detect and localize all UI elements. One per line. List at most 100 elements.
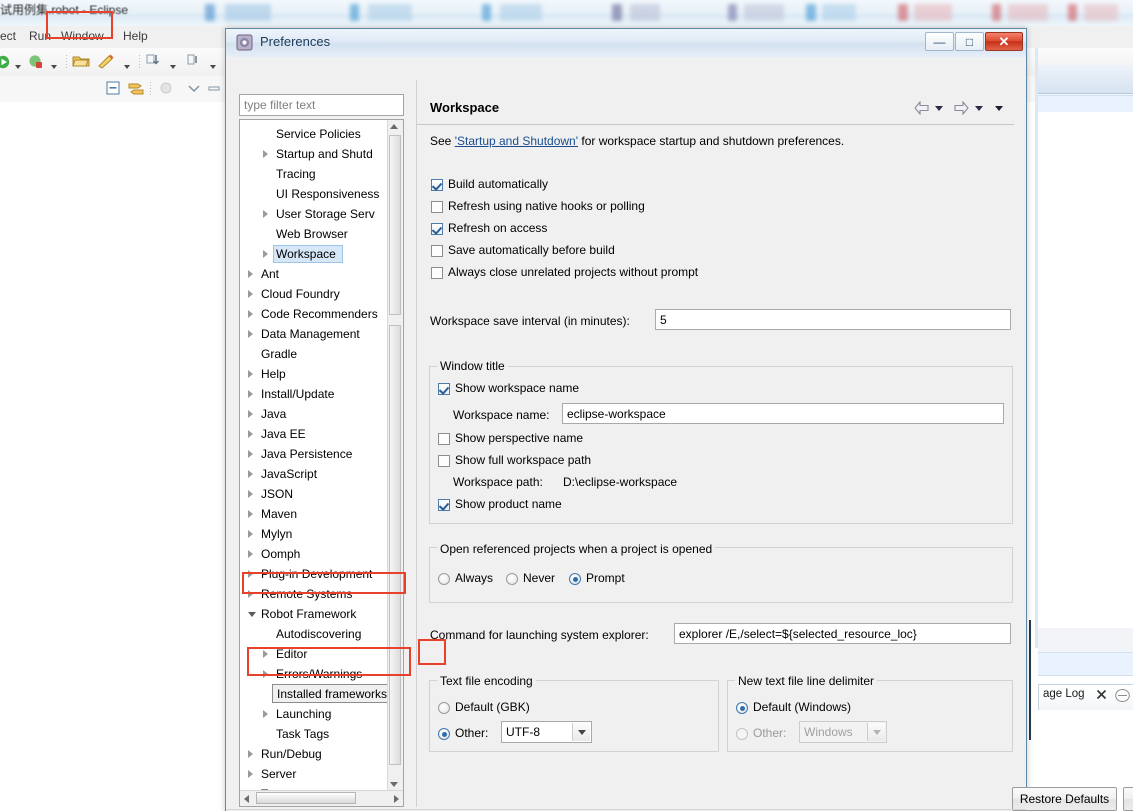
tree-item-ant[interactable]: Ant — [240, 264, 390, 284]
tree-item-maven[interactable]: Maven — [240, 504, 390, 524]
radio-prompt-button[interactable] — [569, 573, 581, 585]
focus-icon[interactable] — [158, 80, 174, 96]
tree-item-server[interactable]: Server — [240, 764, 390, 784]
radio-encoding-default-button[interactable] — [438, 702, 450, 714]
tree-item-java[interactable]: Java — [240, 404, 390, 424]
delimiter-combo-button[interactable] — [867, 723, 885, 741]
tree-item-install-update[interactable]: Install/Update — [240, 384, 390, 404]
tree-hscroll-thumb[interactable] — [256, 792, 356, 804]
tree-item-json[interactable]: JSON — [240, 484, 390, 504]
radio-encoding-other-button[interactable] — [438, 728, 450, 740]
tree-item-task-tags[interactable]: Task Tags — [240, 724, 390, 744]
chevron-right-icon[interactable] — [248, 410, 253, 418]
chevron-right-icon[interactable] — [248, 370, 253, 378]
tree-item-ui-responsiveness[interactable]: UI Responsiveness — [240, 184, 390, 204]
chevron-down-icon[interactable] — [248, 612, 256, 617]
tree-item-java-persistence[interactable]: Java Persistence — [240, 444, 390, 464]
tree-item-autodiscovering[interactable]: Autodiscovering — [240, 624, 390, 644]
tree-item-workspace[interactable]: Workspace — [240, 244, 390, 264]
tree-item-java-ee[interactable]: Java EE — [240, 424, 390, 444]
chevron-right-icon[interactable] — [248, 310, 253, 318]
chevron-right-icon[interactable] — [248, 290, 253, 298]
tree-item-data-management[interactable]: Data Management — [240, 324, 390, 344]
back-dropdown-caret[interactable] — [935, 106, 943, 111]
tree-item-startup-and-shutd[interactable]: Startup and Shutd — [240, 144, 390, 164]
tree-item-help[interactable]: Help — [240, 364, 390, 384]
tab-message-log[interactable]: age Log — [1038, 684, 1133, 710]
scroll-right-icon[interactable] — [394, 795, 399, 803]
checkbox-refresh-on-access-box[interactable] — [431, 223, 443, 235]
external-tools-dropdown-caret[interactable] — [124, 65, 130, 69]
scroll-up-icon[interactable] — [390, 124, 398, 129]
workspace-name-input[interactable]: eclipse-workspace — [562, 403, 1004, 424]
menu-item-project[interactable]: ect — [0, 29, 16, 43]
checkbox-show-product-name-box[interactable] — [438, 499, 450, 511]
checkbox-save-before-build-box[interactable] — [431, 245, 443, 257]
checkbox-refresh-native-hooks-box[interactable] — [431, 201, 443, 213]
checkbox-close-unrelated-projects-box[interactable] — [431, 267, 443, 279]
close-button[interactable]: ✕ — [985, 32, 1023, 51]
encoding-combo[interactable]: UTF-8 — [501, 721, 592, 743]
radio-always-button[interactable] — [438, 573, 450, 585]
page-menu-caret[interactable] — [995, 106, 1003, 111]
tree-item-user-storage-serv[interactable]: User Storage Serv — [240, 204, 390, 224]
view-menu-icon[interactable] — [186, 80, 202, 96]
collapse-all-icon[interactable] — [105, 80, 121, 96]
step-into-icon[interactable] — [145, 53, 161, 69]
tree-item-run-debug[interactable]: Run/Debug — [240, 744, 390, 764]
chevron-right-icon[interactable] — [263, 710, 268, 718]
open-folder-icon[interactable] — [72, 53, 90, 69]
save-interval-input[interactable]: 5 — [655, 309, 1011, 330]
back-icon[interactable] — [914, 100, 929, 116]
radio-never-button[interactable] — [506, 573, 518, 585]
debug-dropdown-caret[interactable] — [51, 65, 57, 69]
checkbox-show-perspective-name-box[interactable] — [438, 433, 450, 445]
minimize-view-icon[interactable] — [206, 80, 222, 96]
chevron-right-icon[interactable] — [248, 430, 253, 438]
minimize-button[interactable]: — — [925, 32, 954, 51]
step-over-icon[interactable] — [185, 53, 201, 69]
external-tools-icon[interactable] — [97, 53, 114, 69]
dialog-titlebar[interactable]: Preferences — □ ✕ — [226, 29, 1026, 58]
tree-item-cloud-foundry[interactable]: Cloud Foundry — [240, 284, 390, 304]
run-icon[interactable] — [0, 54, 12, 70]
preferences-tree[interactable]: Service Policies Startup and Shutd Tracing… — [239, 119, 404, 807]
apply-button[interactable]: Apply — [1123, 787, 1133, 811]
tree-item-installed-frameworks[interactable]: Installed frameworks — [240, 684, 394, 704]
tree-vscroll-thumb-2[interactable] — [389, 325, 401, 765]
chevron-right-icon[interactable] — [248, 530, 253, 538]
debug-icon[interactable] — [28, 54, 44, 70]
chevron-right-icon[interactable] — [248, 490, 253, 498]
chevron-right-icon[interactable] — [248, 770, 253, 778]
link-with-editor-icon[interactable] — [127, 80, 144, 96]
tree-item-service-policies[interactable]: Service Policies — [240, 124, 390, 144]
encoding-combo-button[interactable] — [572, 723, 590, 741]
checkbox-show-workspace-name-box[interactable] — [438, 383, 450, 395]
tree-item-oomph[interactable]: Oomph — [240, 544, 390, 564]
search-input[interactable]: type filter text — [239, 94, 404, 116]
chevron-right-icon[interactable] — [248, 270, 253, 278]
tree-item-gradle[interactable]: Gradle — [240, 344, 390, 364]
chevron-right-icon[interactable] — [263, 210, 268, 218]
chevron-right-icon[interactable] — [248, 510, 253, 518]
tab-close-icon[interactable] — [1096, 689, 1107, 703]
checkbox-build-automatically-box[interactable] — [431, 179, 443, 191]
chevron-right-icon[interactable] — [263, 250, 268, 258]
tree-item-robot-framework[interactable]: Robot Framework — [240, 604, 390, 624]
radio-delimiter-other-button[interactable] — [736, 728, 748, 740]
tree-vscroll-thumb[interactable] — [389, 135, 401, 315]
scroll-down-icon[interactable] — [390, 782, 398, 787]
tree-item-tracing[interactable]: Tracing — [240, 164, 390, 184]
step-over-dropdown-caret[interactable] — [210, 65, 216, 69]
maximize-button[interactable]: □ — [955, 32, 984, 51]
explorer-command-input[interactable]: explorer /E,/select=${selected_resource_… — [674, 623, 1011, 644]
menu-item-help[interactable]: Help — [123, 29, 148, 43]
tree-vertical-scrollbar[interactable] — [387, 120, 403, 791]
chevron-right-icon[interactable] — [248, 450, 253, 458]
chevron-right-icon[interactable] — [248, 750, 253, 758]
checkbox-show-full-workspace-path-box[interactable] — [438, 455, 450, 467]
forward-dropdown-caret[interactable] — [975, 106, 983, 111]
chevron-right-icon[interactable] — [248, 550, 253, 558]
chevron-right-icon[interactable] — [248, 330, 253, 338]
startup-shutdown-link[interactable]: 'Startup and Shutdown' — [455, 134, 578, 148]
